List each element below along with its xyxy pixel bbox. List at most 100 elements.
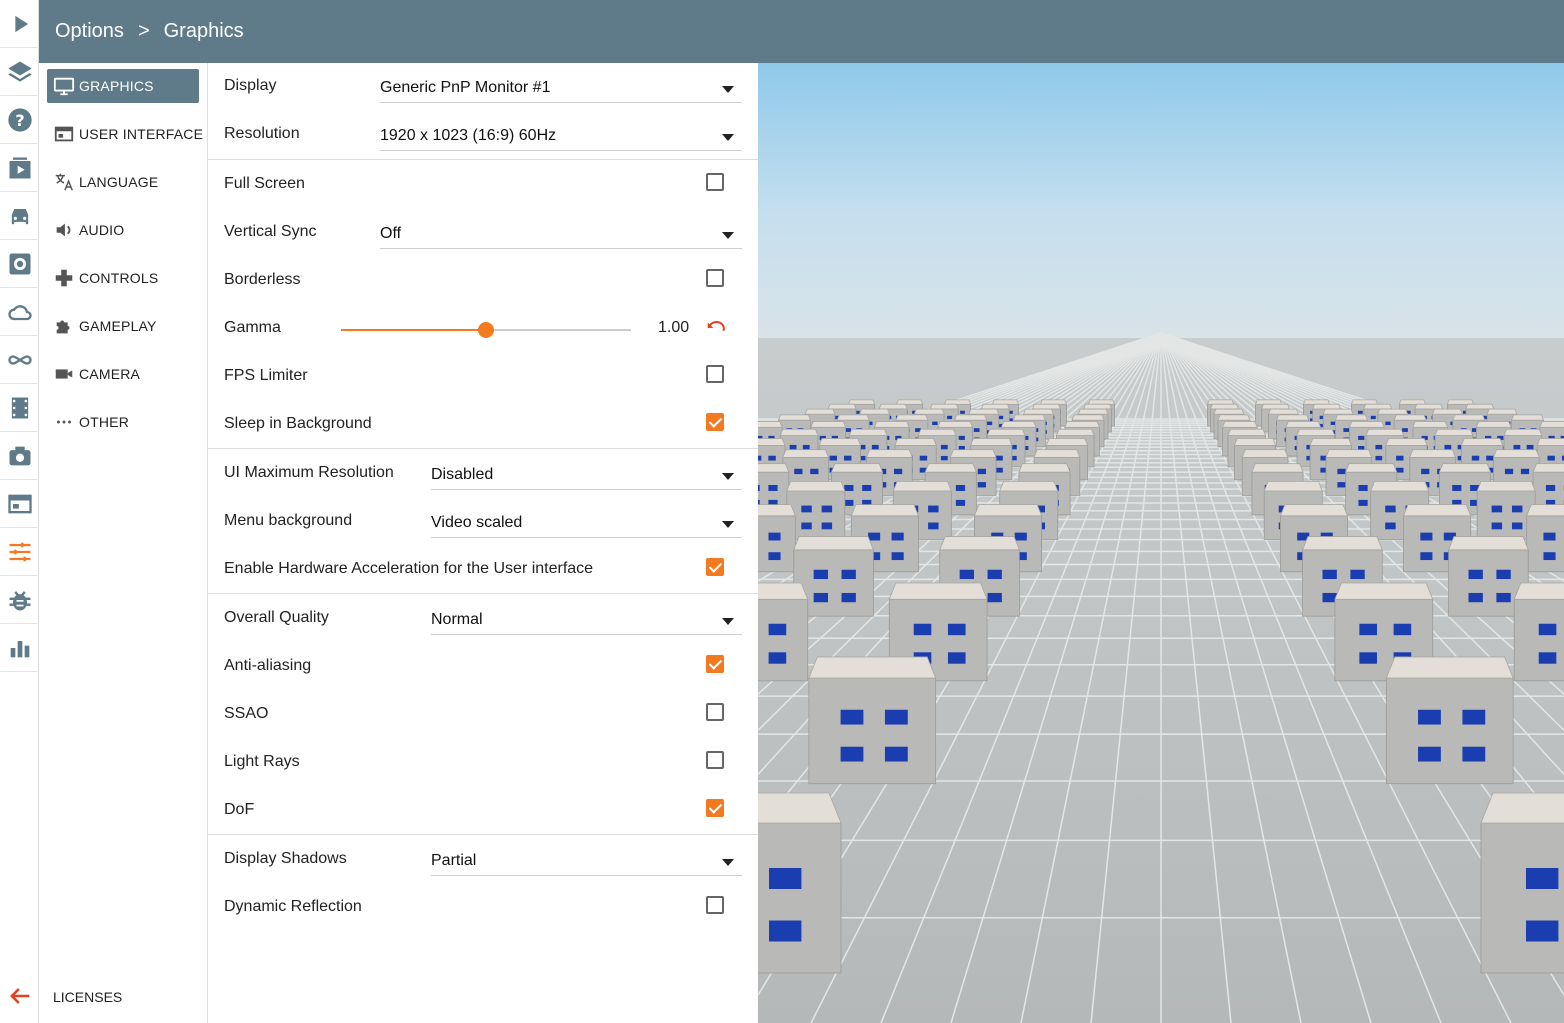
hw-accel-ui-checkbox[interactable] <box>706 558 724 576</box>
building-window <box>1526 444 1534 450</box>
resolution-select[interactable]: 1920 x 1023 (16:9) 60Hz <box>380 123 742 151</box>
scenario-icon[interactable] <box>0 144 39 192</box>
window-icon[interactable] <box>0 480 39 528</box>
film-icon[interactable] <box>0 384 39 432</box>
building-window <box>1337 468 1346 475</box>
display-shadows-select[interactable]: Partial <box>431 848 742 876</box>
building-window <box>1322 569 1337 580</box>
sleep-in-background-checkbox[interactable] <box>706 413 724 431</box>
breadcrumb-separator: > <box>137 20 150 42</box>
building-roof <box>758 792 842 824</box>
building-window <box>959 569 975 580</box>
chevron-down-icon <box>722 521 734 528</box>
full-screen-checkbox[interactable] <box>706 173 724 191</box>
building-window <box>1513 444 1521 450</box>
infinity-icon[interactable] <box>0 336 39 384</box>
building-window <box>1486 455 1494 461</box>
chevron-down-icon <box>722 859 734 866</box>
category-controls[interactable]: CONTROLS <box>47 261 199 295</box>
building-window <box>821 522 833 530</box>
category-other[interactable]: OTHER <box>47 405 199 439</box>
category-camera[interactable]: CAMERA <box>47 357 199 391</box>
ssao-label: SSAO <box>224 705 269 722</box>
building-roof <box>1087 399 1116 405</box>
building-roof <box>836 414 870 421</box>
building-window <box>1547 455 1555 461</box>
building-roof <box>818 438 862 446</box>
anti-aliasing-checkbox[interactable] <box>706 655 724 673</box>
building-window <box>947 652 966 664</box>
building-window <box>840 746 864 762</box>
section-divider <box>208 448 758 449</box>
category-gameplay[interactable]: GAMEPLAY <box>47 309 199 343</box>
building-roof <box>1206 399 1235 405</box>
arrow-left-icon[interactable] <box>0 972 39 1020</box>
ssao-checkbox[interactable] <box>706 703 724 721</box>
chart-icon[interactable] <box>0 624 39 672</box>
fps-limiter-checkbox[interactable] <box>706 365 724 383</box>
building-roof <box>895 399 924 405</box>
gamma-row: Gamma 1.00 <box>208 305 758 353</box>
building-window <box>919 455 928 461</box>
menu-background-select[interactable]: Video scaled <box>431 510 742 538</box>
building-roof <box>939 536 1020 551</box>
breadcrumb-options[interactable]: Options <box>55 20 124 43</box>
camera-icon[interactable] <box>0 432 39 480</box>
building-window <box>1343 428 1350 432</box>
building-window <box>891 552 904 561</box>
building-window <box>862 484 872 491</box>
display-select[interactable]: Generic PnP Monitor #1 <box>380 75 742 103</box>
borderless-checkbox[interactable] <box>706 269 724 287</box>
building-roof <box>1402 504 1472 517</box>
gamma-label: Gamma <box>224 319 281 336</box>
building-roof <box>895 414 929 421</box>
gamma-slider[interactable] <box>341 322 631 338</box>
light-rays-checkbox[interactable] <box>706 751 724 769</box>
category-language[interactable]: LANGUAGE <box>47 165 199 199</box>
building-roof <box>865 449 913 458</box>
resolution-row: Resolution 1920 x 1023 (16:9) 60Hz <box>208 111 758 159</box>
overall-quality-select[interactable]: Normal <box>431 607 742 635</box>
building-window <box>884 709 908 725</box>
car-icon[interactable] <box>0 192 39 240</box>
building-roof <box>1414 403 1444 410</box>
building-window <box>1452 484 1462 491</box>
building-window <box>1396 467 1404 473</box>
building-roof <box>1536 438 1564 446</box>
options-category-nav: GRAPHICS USER INTERFACE LANGUAGE AUDIO C… <box>39 63 208 1023</box>
building-roof <box>758 463 790 473</box>
help-icon[interactable]: ? <box>0 96 39 144</box>
monitor-icon <box>53 77 75 96</box>
building-roof <box>1513 582 1564 600</box>
play-icon[interactable] <box>0 0 39 48</box>
building-roof <box>793 536 874 551</box>
building-window <box>841 569 856 580</box>
building-window <box>987 569 1002 580</box>
building-wall <box>758 822 842 974</box>
category-audio[interactable]: AUDIO <box>47 213 199 247</box>
category-user-interface[interactable]: USER INTERFACE <box>47 117 203 151</box>
reset-icon[interactable] <box>705 317 727 339</box>
building-window <box>1491 505 1503 513</box>
bug-icon[interactable] <box>0 576 39 624</box>
settings-gear-icon[interactable] <box>0 240 39 288</box>
licenses-link[interactable]: LICENSES <box>53 989 122 1005</box>
building-roof <box>954 414 988 421</box>
sleep-in-background-label: Sleep in Background <box>224 415 372 432</box>
building-window <box>947 623 966 636</box>
vertical-sync-select[interactable]: Off <box>380 221 742 249</box>
dynamic-reflection-row: Dynamic Reflection <box>208 884 758 932</box>
building-window <box>940 455 948 461</box>
ui-max-resolution-select[interactable]: Disabled <box>431 462 742 490</box>
dof-checkbox[interactable] <box>706 799 724 817</box>
gamma-slider-thumb[interactable] <box>478 322 494 338</box>
layers-icon[interactable] <box>0 48 39 96</box>
dynamic-reflection-checkbox[interactable] <box>706 896 724 914</box>
building-roof <box>917 428 957 436</box>
dof-label: DoF <box>224 801 255 818</box>
cloud-icon[interactable] <box>0 288 39 336</box>
building-roof <box>999 480 1059 492</box>
sliders-icon[interactable] <box>0 528 39 576</box>
category-graphics[interactable]: GRAPHICS <box>47 69 199 103</box>
building-roof <box>1412 421 1449 428</box>
